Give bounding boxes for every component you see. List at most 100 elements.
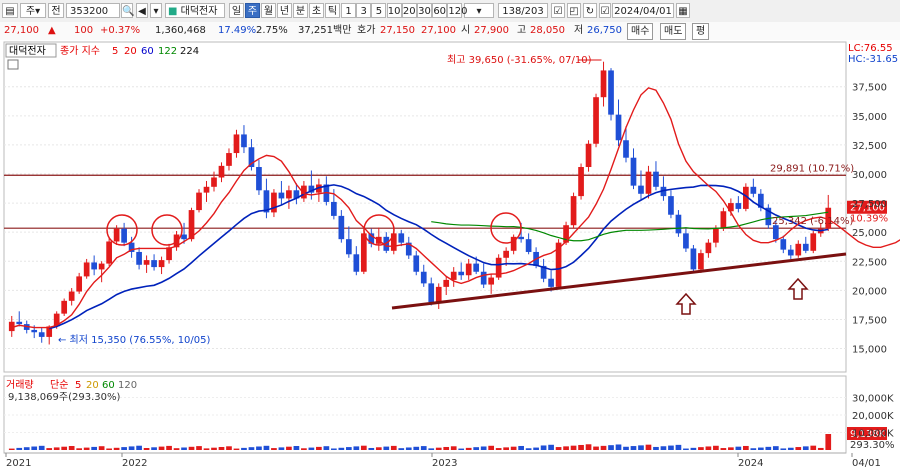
stock-chart[interactable]: 29,891 (10.71%) 25,342 (-6.14%) 최고 39,650 … xyxy=(0,40,900,469)
volume-bar xyxy=(38,445,45,450)
interval-button-10[interactable]: 10 xyxy=(386,3,402,18)
candle-body xyxy=(750,186,757,194)
candle-body xyxy=(518,236,524,240)
y-tick-label: 32,500 xyxy=(852,141,887,152)
candle-body xyxy=(420,271,427,284)
sell-button[interactable]: 매도 xyxy=(660,23,687,40)
legend-ma-122: 122 xyxy=(158,46,177,57)
candle-body xyxy=(638,185,644,194)
candle-body xyxy=(443,279,450,287)
high-price: 28,050 xyxy=(530,25,565,36)
volume-bar xyxy=(533,447,539,450)
volume-bar xyxy=(653,446,659,450)
volume-bar xyxy=(136,445,142,450)
volume-bar xyxy=(151,447,157,450)
volume-bar xyxy=(218,446,225,450)
interval-dropdown[interactable]: ▾ xyxy=(464,3,494,18)
volume-bar xyxy=(308,447,315,450)
volume-legend-ma: 단순 xyxy=(50,379,68,391)
volume-bar xyxy=(323,446,330,450)
search-icon[interactable]: 🔍 xyxy=(121,3,134,18)
eval-button[interactable]: 평 xyxy=(692,23,710,40)
stock-name-field[interactable]: ■ 대덕전자 xyxy=(165,3,225,18)
menu-icon[interactable]: ▤ xyxy=(2,3,18,18)
y-tick-label: 22,500 xyxy=(852,257,887,268)
period-tab-0[interactable]: 일 xyxy=(229,3,244,18)
calendar-icon[interactable]: ▦ xyxy=(676,3,690,18)
y-tick-label: 17,500 xyxy=(852,315,887,326)
speaker-icon[interactable]: ◀ xyxy=(136,3,148,18)
open-label: 시 xyxy=(461,25,471,36)
x-tick-label: 2023 xyxy=(432,458,457,469)
interval-button-3[interactable]: 3 xyxy=(356,3,372,18)
candle-body xyxy=(585,143,592,168)
volume-bar xyxy=(450,446,457,450)
volume-bar xyxy=(720,448,727,450)
checkbox-icon[interactable]: ☑ xyxy=(551,3,565,18)
volume-bar xyxy=(728,447,734,450)
x-tick-label: 04/01 xyxy=(852,458,881,469)
volume-bar xyxy=(166,445,172,450)
volume-bar xyxy=(623,446,629,450)
toolbar: ▤ 주▾ 전 353200 🔍 ◀ ▾ ■ 대덕전자 ▾ 138/203 ☑ ◰… xyxy=(0,0,900,23)
current-price: 27,100 xyxy=(4,25,39,36)
period-tab-3[interactable]: 년 xyxy=(277,3,292,18)
chart-icon[interactable]: ◰ xyxy=(567,3,581,18)
candle-body xyxy=(166,247,172,261)
candle xyxy=(810,231,817,254)
candle-body xyxy=(106,241,112,264)
interval-button-1[interactable]: 1 xyxy=(341,3,356,18)
candle-body xyxy=(705,242,712,254)
volume-bar xyxy=(660,446,667,450)
chevron-down-icon[interactable]: ▾ xyxy=(150,3,162,18)
period-tab-4[interactable]: 분 xyxy=(293,3,308,18)
y-tick-label: 15,000 xyxy=(852,345,887,356)
candle-body xyxy=(668,196,674,215)
candle-body xyxy=(480,271,487,285)
volume-value: 1,360,468 xyxy=(155,25,206,36)
date-input[interactable]: 2024/04/01 xyxy=(612,3,674,18)
market-select[interactable]: 주▾ xyxy=(20,3,46,18)
bid-price: 27,100 xyxy=(421,25,456,36)
y-tick-label: 27,500 xyxy=(852,199,887,210)
volume-bar xyxy=(757,447,764,450)
candle-body xyxy=(83,262,90,277)
volume-bar xyxy=(405,447,412,450)
candle-body xyxy=(345,239,352,255)
volume-bar xyxy=(780,448,787,450)
interval-button-5[interactable]: 5 xyxy=(371,3,387,18)
interval-button-20[interactable]: 20 xyxy=(401,3,417,18)
volume-bar xyxy=(331,448,337,450)
candle-body xyxy=(360,233,367,272)
period-mode-button[interactable]: 전 xyxy=(48,3,64,18)
candle-body xyxy=(810,233,817,251)
refresh-icon[interactable]: ↻ xyxy=(583,3,597,18)
y-tick-label: 25,000 xyxy=(852,228,887,239)
period-tab-6[interactable]: 틱 xyxy=(325,3,340,18)
candle-body xyxy=(16,321,23,325)
candle xyxy=(593,93,599,148)
buy-button[interactable]: 매수 xyxy=(627,23,654,40)
candle xyxy=(578,163,584,200)
volume-bar xyxy=(203,448,210,450)
volume-tick-label: 30,000K xyxy=(852,394,894,405)
volume-bar xyxy=(817,447,824,450)
volume-bar xyxy=(398,448,405,450)
volume-bar xyxy=(188,446,195,450)
legend-title: 종가 지수 xyxy=(60,45,100,57)
period-tab-1[interactable]: 주 xyxy=(245,3,260,18)
change-pct: +0.37% xyxy=(100,25,141,36)
volume-bar xyxy=(293,445,300,450)
interval-button-120[interactable]: 120 xyxy=(447,3,467,18)
period-tab-2[interactable]: 월 xyxy=(261,3,276,18)
candle-body xyxy=(271,192,277,213)
period-tab-5[interactable]: 초 xyxy=(309,3,324,18)
checkbox-icon-2[interactable]: ☑ xyxy=(599,3,611,18)
volume-tick-label: 10,000K xyxy=(852,429,894,440)
volume-bar xyxy=(233,448,240,450)
y-tick-label: 30,000 xyxy=(852,170,887,181)
interval-button-60[interactable]: 60 xyxy=(432,3,448,18)
volume-bar xyxy=(256,446,262,450)
stock-code-input[interactable]: 353200 xyxy=(66,3,120,18)
interval-button-30[interactable]: 30 xyxy=(417,3,432,18)
